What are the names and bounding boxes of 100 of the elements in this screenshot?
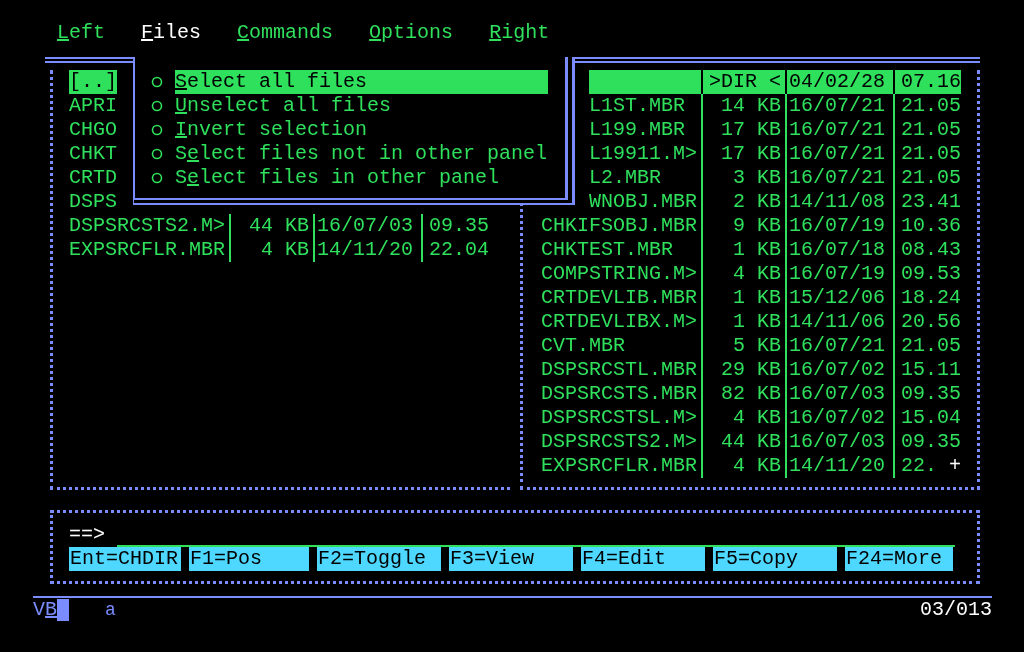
mode-indicator: VB <box>33 598 58 622</box>
file-name[interactable]: DSPSRCSTS.MBR <box>541 382 698 406</box>
file-time: 09.53 <box>900 262 961 286</box>
file-size: 5 KB <box>703 334 787 358</box>
file-name[interactable]: COMPSTRING.M> <box>541 262 698 286</box>
file-name[interactable]: L2.MBR <box>589 166 661 190</box>
file-date: 16/07/21 <box>787 118 895 142</box>
file-size: 4 KB <box>231 238 315 262</box>
menu-item[interactable]: Commands <box>237 21 334 45</box>
file-size: 82 KB <box>703 382 787 406</box>
file-size: 1 KB <box>703 310 787 334</box>
file-date: 04/02/28 <box>787 70 895 94</box>
input-indicator: a <box>105 599 116 622</box>
file-name[interactable]: CRTD <box>69 166 117 190</box>
file-size: 4 KB <box>703 406 787 430</box>
file-date: 14/11/06 <box>787 310 895 334</box>
file-time: 15.11 <box>900 358 961 382</box>
file-name[interactable]: L1ST.MBR <box>589 94 685 118</box>
file-name[interactable]: CHKTEST.MBR <box>541 238 674 262</box>
file-date: 16/07/21 <box>787 334 895 358</box>
file-date: 16/07/19 <box>787 214 895 238</box>
file-date: 16/07/03 <box>315 214 423 238</box>
file-time: 21.05 <box>900 142 961 166</box>
file-size: 1 KB <box>703 286 787 310</box>
file-name[interactable]: EXPSRCFLR.MBR <box>69 238 226 262</box>
radio-circle-icon <box>151 172 163 184</box>
file-size: 44 KB <box>231 214 315 238</box>
file-name[interactable]: CRTDEVLIBX.M> <box>541 310 698 334</box>
cursor-mark: + <box>949 454 962 477</box>
menu-item[interactable]: Select files not in other panel <box>175 142 548 166</box>
file-name[interactable]: CRTDEVLIB.MBR <box>541 286 698 310</box>
file-time: 21.05 <box>900 166 961 190</box>
file-date: 16/07/03 <box>787 382 895 406</box>
file-name[interactable]: APRI <box>69 94 117 118</box>
file-date: 16/07/21 <box>787 166 895 190</box>
function-key[interactable]: F3=View <box>449 547 573 571</box>
file-time: 15.04 <box>900 406 961 430</box>
file-name[interactable]: [..] <box>69 70 117 94</box>
file-date: 15/12/06 <box>787 286 895 310</box>
menu-item[interactable]: Files <box>141 21 202 45</box>
file-name[interactable]: CHKIFSOBJ.MBR <box>541 214 698 238</box>
file-date: 16/07/18 <box>787 238 895 262</box>
file-name[interactable]: CVT.MBR <box>541 334 625 358</box>
file-name[interactable]: L19911.M> <box>589 142 698 166</box>
file-size: 9 KB <box>703 214 787 238</box>
file-name[interactable]: DSPSRCSTS2.M> <box>69 214 226 238</box>
function-key[interactable]: F24=More <box>845 547 953 571</box>
file-time: 09.35 <box>900 430 961 454</box>
file-time: 21.05 <box>900 334 961 358</box>
radio-circle-icon <box>151 148 163 160</box>
file-date: 16/07/02 <box>787 358 895 382</box>
menu-item[interactable]: Invert selection <box>175 118 548 142</box>
function-key[interactable]: Ent=CHDIR <box>69 547 181 571</box>
file-size: 2 KB <box>703 190 787 214</box>
file-time: 21.05 <box>900 94 961 118</box>
file-time: 22.04 <box>428 238 489 262</box>
file-size: 14 KB <box>703 94 787 118</box>
command-prompt: ==> <box>69 523 105 547</box>
file-time: 20.56 <box>900 310 961 334</box>
function-key[interactable]: F2=Toggle <box>317 547 441 571</box>
file-name[interactable]: DSPS <box>69 190 117 214</box>
file-size: 17 KB <box>703 142 787 166</box>
file-name[interactable]: CHKT <box>69 142 117 166</box>
file-date: 14/11/20 <box>787 454 895 478</box>
file-date: 16/07/19 <box>787 262 895 286</box>
file-date: 14/11/20 <box>315 238 423 262</box>
file-size: 17 KB <box>703 118 787 142</box>
file-size: >DIR < <box>703 70 787 94</box>
file-time: 23.41 <box>900 190 961 214</box>
file-time: 09.35 <box>900 382 961 406</box>
file-name[interactable]: DSPSRCSTSL.M> <box>541 406 698 430</box>
function-key[interactable]: F4=Edit <box>581 547 705 571</box>
file-name[interactable]: DSPSRCSTS2.M> <box>541 430 698 454</box>
file-time: 07.16 <box>895 70 961 94</box>
file-date: 16/07/02 <box>787 406 895 430</box>
menu-item[interactable]: Left <box>57 21 106 45</box>
file-name[interactable]: CHGO <box>69 118 117 142</box>
radio-circle-icon <box>151 124 163 136</box>
file-name[interactable]: EXPSRCFLR.MBR <box>541 454 698 478</box>
file-time: 22. + <box>900 454 961 478</box>
file-name[interactable]: WNOBJ.MBR <box>589 190 698 214</box>
radio-circle-icon <box>151 100 163 112</box>
file-size: 29 KB <box>703 358 787 382</box>
file-size: 4 KB <box>703 454 787 478</box>
menu-item[interactable]: Unselect all files <box>175 94 548 118</box>
menu-item[interactable]: Options <box>369 21 454 45</box>
function-key[interactable]: F5=Copy <box>713 547 837 571</box>
menu-item[interactable]: Select all files <box>175 70 548 94</box>
file-size: 4 KB <box>703 262 787 286</box>
file-time: 09.35 <box>428 214 489 238</box>
file-size: 1 KB <box>703 238 787 262</box>
function-key[interactable]: F1=Pos <box>189 547 309 571</box>
file-date: 16/07/21 <box>787 94 895 118</box>
menu-item[interactable]: Select files in other panel <box>175 166 548 190</box>
file-size: 3 KB <box>703 166 787 190</box>
file-name[interactable]: DSPSRCSTL.MBR <box>541 358 698 382</box>
file-name[interactable]: L199.MBR <box>589 118 685 142</box>
file-date: 16/07/03 <box>787 430 895 454</box>
menu-item[interactable]: Right <box>489 21 550 45</box>
cursor-position: 03/013 <box>920 598 992 622</box>
